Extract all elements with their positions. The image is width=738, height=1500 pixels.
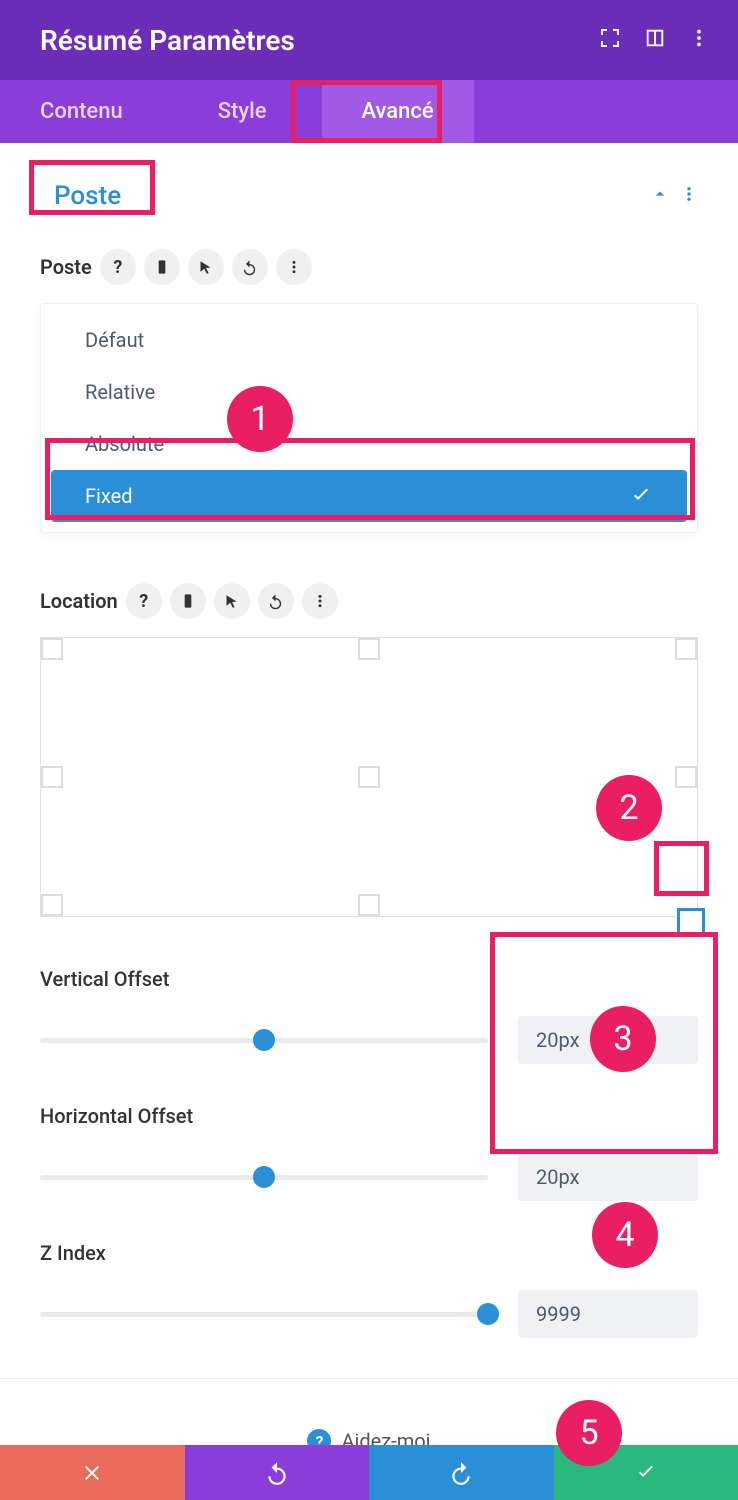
reset-icon[interactable]	[232, 249, 268, 285]
layout-icon[interactable]	[644, 27, 666, 53]
more-vertical-icon[interactable]	[680, 185, 698, 207]
slider-thumb[interactable]	[253, 1166, 275, 1188]
vertical-offset-slider[interactable]	[40, 1038, 488, 1043]
divider	[0, 1378, 738, 1379]
panel-title: Résumé Paramètres	[40, 24, 295, 57]
cursor-icon[interactable]	[214, 583, 250, 619]
option-defaut[interactable]: Défaut	[41, 314, 697, 366]
cursor-icon[interactable]	[188, 249, 224, 285]
field-label-poste: Poste	[40, 255, 92, 279]
chevron-up-icon[interactable]	[650, 184, 670, 208]
horizontal-offset-input[interactable]	[518, 1153, 698, 1201]
section-header: Poste	[40, 173, 698, 219]
settings-panel-header: Résumé Paramètres	[0, 0, 738, 80]
check-icon	[629, 484, 653, 508]
section-title[interactable]: Poste	[40, 173, 135, 219]
slider-thumb[interactable]	[253, 1029, 275, 1051]
field-header-location: Location ?	[40, 583, 698, 619]
action-footer	[0, 1445, 738, 1500]
location-middle-center[interactable]	[358, 766, 380, 788]
help-icon[interactable]: ?	[126, 583, 162, 619]
redo-button[interactable]	[369, 1445, 554, 1500]
help-icon[interactable]: ?	[100, 249, 136, 285]
save-button[interactable]	[554, 1445, 738, 1500]
location-bottom-right[interactable]	[677, 908, 705, 936]
horizontal-offset-row: Horizontal Offset	[40, 1104, 698, 1201]
check-icon	[634, 1461, 658, 1485]
undo-icon	[264, 1460, 290, 1486]
horizontal-offset-slider[interactable]	[40, 1175, 488, 1180]
location-top-right[interactable]	[675, 638, 697, 660]
zindex-input[interactable]	[518, 1290, 698, 1338]
cancel-button[interactable]	[0, 1445, 185, 1500]
location-top-left[interactable]	[41, 638, 63, 660]
option-relative[interactable]: Relative	[41, 366, 697, 418]
poste-dropdown: Défaut Relative Absolute Fixed	[40, 303, 698, 533]
redo-icon	[448, 1460, 474, 1486]
vertical-offset-row: Vertical Offset	[40, 967, 698, 1064]
option-fixed[interactable]: Fixed	[51, 470, 687, 522]
header-actions	[598, 26, 710, 54]
more-vertical-icon[interactable]	[688, 27, 710, 53]
zindex-label: Z Index	[40, 1241, 698, 1265]
horizontal-offset-label: Horizontal Offset	[40, 1104, 698, 1128]
phone-icon[interactable]	[170, 583, 206, 619]
tab-bar: Contenu Style Avancé	[0, 80, 738, 143]
more-vertical-icon[interactable]	[276, 249, 312, 285]
phone-icon[interactable]	[144, 249, 180, 285]
location-middle-left[interactable]	[41, 766, 63, 788]
field-header-poste: Poste ?	[40, 249, 698, 285]
field-label-location: Location	[40, 589, 118, 613]
location-middle-right[interactable]	[675, 766, 697, 788]
close-icon	[80, 1461, 104, 1485]
settings-content: Poste Poste ? Défaut Relative Absolute F…	[0, 143, 738, 1453]
location-grid	[40, 637, 698, 917]
option-absolute[interactable]: Absolute	[41, 418, 697, 470]
zindex-slider[interactable]	[40, 1312, 488, 1317]
slider-thumb[interactable]	[477, 1303, 499, 1325]
reset-icon[interactable]	[258, 583, 294, 619]
undo-button[interactable]	[185, 1445, 370, 1500]
vertical-offset-input[interactable]	[518, 1016, 698, 1064]
tab-avance[interactable]: Avancé	[322, 80, 474, 143]
vertical-offset-label: Vertical Offset	[40, 967, 698, 991]
zindex-row: Z Index	[40, 1241, 698, 1338]
tab-contenu[interactable]: Contenu	[0, 80, 163, 143]
location-bottom-left[interactable]	[41, 894, 63, 916]
location-top-center[interactable]	[358, 638, 380, 660]
expand-icon[interactable]	[598, 26, 622, 54]
tab-style[interactable]: Style	[163, 80, 322, 143]
more-vertical-icon[interactable]	[302, 583, 338, 619]
option-fixed-label: Fixed	[85, 484, 133, 508]
location-bottom-center[interactable]	[358, 894, 380, 916]
